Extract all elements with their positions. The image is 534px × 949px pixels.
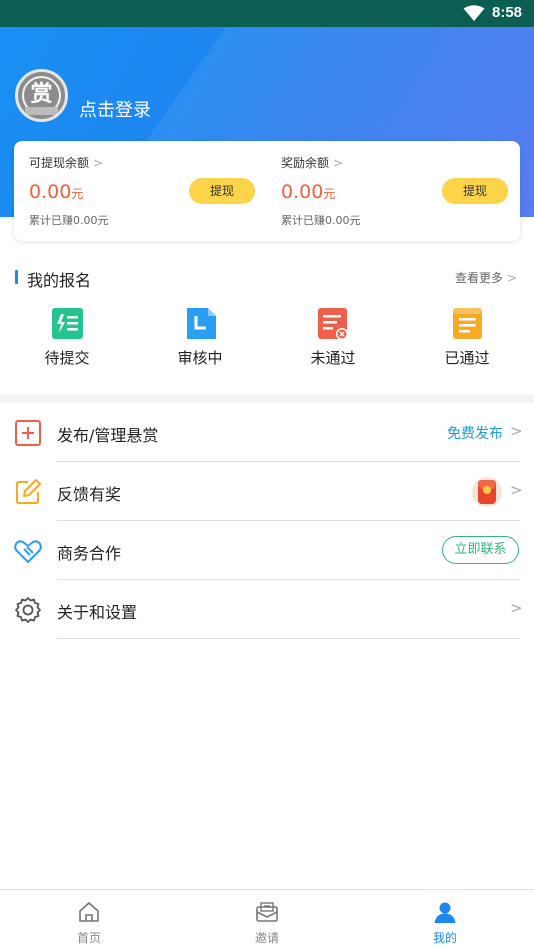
red-packet-icon [472, 477, 502, 507]
chevron-right-icon: > [333, 156, 344, 170]
login-link[interactable]: 点击登录 [79, 96, 151, 122]
status-under-review[interactable]: 审核中 [160, 307, 240, 367]
plus-square-icon [15, 420, 41, 446]
balance-card: 可提现余额 > 0.00元 累计已赚0.00元 提现 奖励余额 > 0.00元 累计… [14, 141, 520, 241]
reward-balance: 奖励余额 > 0.00元 累计已赚0.00元 提现 [281, 141, 511, 241]
reward-withdraw-button[interactable]: 提现 [442, 178, 508, 204]
pending-submit-icon [52, 308, 83, 339]
section-accent-bar [15, 270, 18, 284]
chevron-right-icon: > [510, 599, 523, 617]
withdrawable-earned: 累计已赚0.00元 [29, 214, 109, 227]
status-time: 8:58 [492, 4, 523, 21]
withdrawable-label[interactable]: 可提现余额 > [29, 154, 103, 171]
avatar[interactable]: 赏 [15, 69, 68, 122]
bottom-tab-bar: 首页 邀请 我的 [0, 889, 534, 949]
chevron-right-icon: > [507, 271, 518, 285]
edit-icon [16, 479, 41, 504]
reward-label[interactable]: 奖励余额 > [281, 154, 343, 171]
status-bar: 8:58 [0, 0, 534, 27]
status-pending-submit[interactable]: 待提交 [27, 307, 107, 367]
chevron-right-icon: > [93, 156, 104, 170]
contact-now-button[interactable]: 立即联系 [442, 536, 519, 564]
chevron-right-icon: > [510, 422, 523, 440]
wifi-icon [463, 5, 485, 21]
status-approved[interactable]: 已通过 [427, 307, 507, 367]
status-rejected[interactable]: 未通过 [293, 307, 373, 367]
menu-about-settings[interactable]: 关于和设置 > [0, 580, 534, 639]
profile-icon [434, 902, 456, 923]
tab-home[interactable]: 首页 [29, 890, 149, 949]
tab-invite[interactable]: 邀请 [207, 890, 327, 949]
withdrawable-amount: 0.00元 [29, 181, 84, 203]
avatar-ribbon [25, 107, 58, 115]
invite-mail-icon [256, 902, 278, 922]
home-icon [79, 902, 99, 922]
under-review-icon [187, 308, 216, 339]
reward-earned: 累计已赚0.00元 [281, 214, 361, 227]
reward-amount: 0.00元 [281, 181, 336, 203]
row-divider [57, 638, 520, 639]
menu-business-cooperation[interactable]: 商务合作 立即联系 [0, 521, 534, 580]
menu-publish-reward[interactable]: 发布/管理悬赏 免费发布 > [0, 403, 534, 462]
withdraw-button[interactable]: 提现 [189, 178, 255, 204]
section-divider [0, 394, 534, 403]
withdrawable-balance: 可提现余额 > 0.00元 累计已赚0.00元 提现 [29, 141, 259, 241]
chevron-right-icon: > [510, 481, 523, 499]
handshake-icon [14, 540, 42, 563]
gear-icon [15, 597, 41, 623]
see-more-link[interactable]: 查看更多 > [455, 269, 517, 286]
rejected-icon [318, 308, 348, 340]
tab-mine[interactable]: 我的 [385, 890, 505, 949]
menu-feedback-reward[interactable]: 反馈有奖 > [0, 462, 534, 521]
free-publish-link[interactable]: 免费发布 [447, 423, 503, 443]
approved-icon [453, 308, 482, 339]
